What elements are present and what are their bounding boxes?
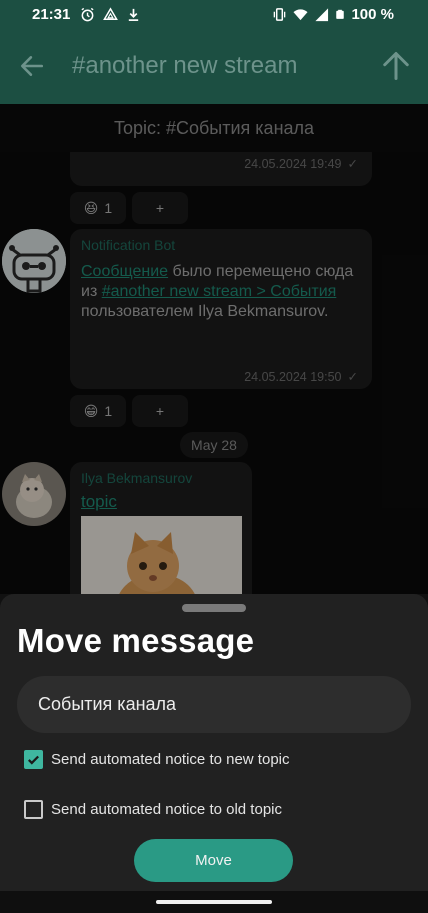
drag-handle[interactable] (182, 604, 246, 612)
sheet-title: Move message (17, 622, 255, 659)
arrow-left-icon (20, 56, 44, 76)
home-gesture-pill[interactable] (156, 900, 272, 904)
drive-icon (103, 6, 119, 20)
notice-old-topic-checkbox[interactable] (24, 800, 43, 819)
scrim[interactable] (0, 104, 428, 594)
battery-icon (336, 9, 345, 19)
notice-new-topic-label: Send automated notice to new topic (51, 751, 290, 768)
signal-icon (315, 7, 329, 21)
back-button[interactable] (0, 28, 64, 104)
notice-new-topic-row[interactable]: Send automated notice to new topic (24, 750, 290, 769)
topic-input[interactable] (17, 676, 411, 733)
scroll-up-button[interactable] (364, 28, 428, 104)
wifi-icon (293, 8, 308, 20)
notice-old-topic-row[interactable]: Send automated notice to old topic (24, 800, 282, 819)
move-button[interactable]: Move (134, 839, 293, 882)
battery-percent: 100 % (351, 5, 394, 23)
status-time: 21:31 (32, 5, 71, 23)
notice-new-topic-checkbox[interactable] (24, 750, 43, 769)
notice-old-topic-label: Send automated notice to old topic (51, 801, 282, 818)
vibrate-icon (274, 7, 286, 21)
app-bar: #another new stream (0, 28, 428, 104)
move-message-sheet: Move message Send automated notice to ne… (0, 594, 428, 891)
download-icon (129, 8, 139, 21)
stream-title: #another new stream (72, 52, 298, 79)
status-bar: 21:31 100 % (0, 0, 428, 28)
alarm-icon (81, 7, 94, 21)
checkmark-icon (28, 755, 39, 765)
navigation-bar (0, 891, 428, 913)
arrow-up-icon (383, 52, 409, 80)
